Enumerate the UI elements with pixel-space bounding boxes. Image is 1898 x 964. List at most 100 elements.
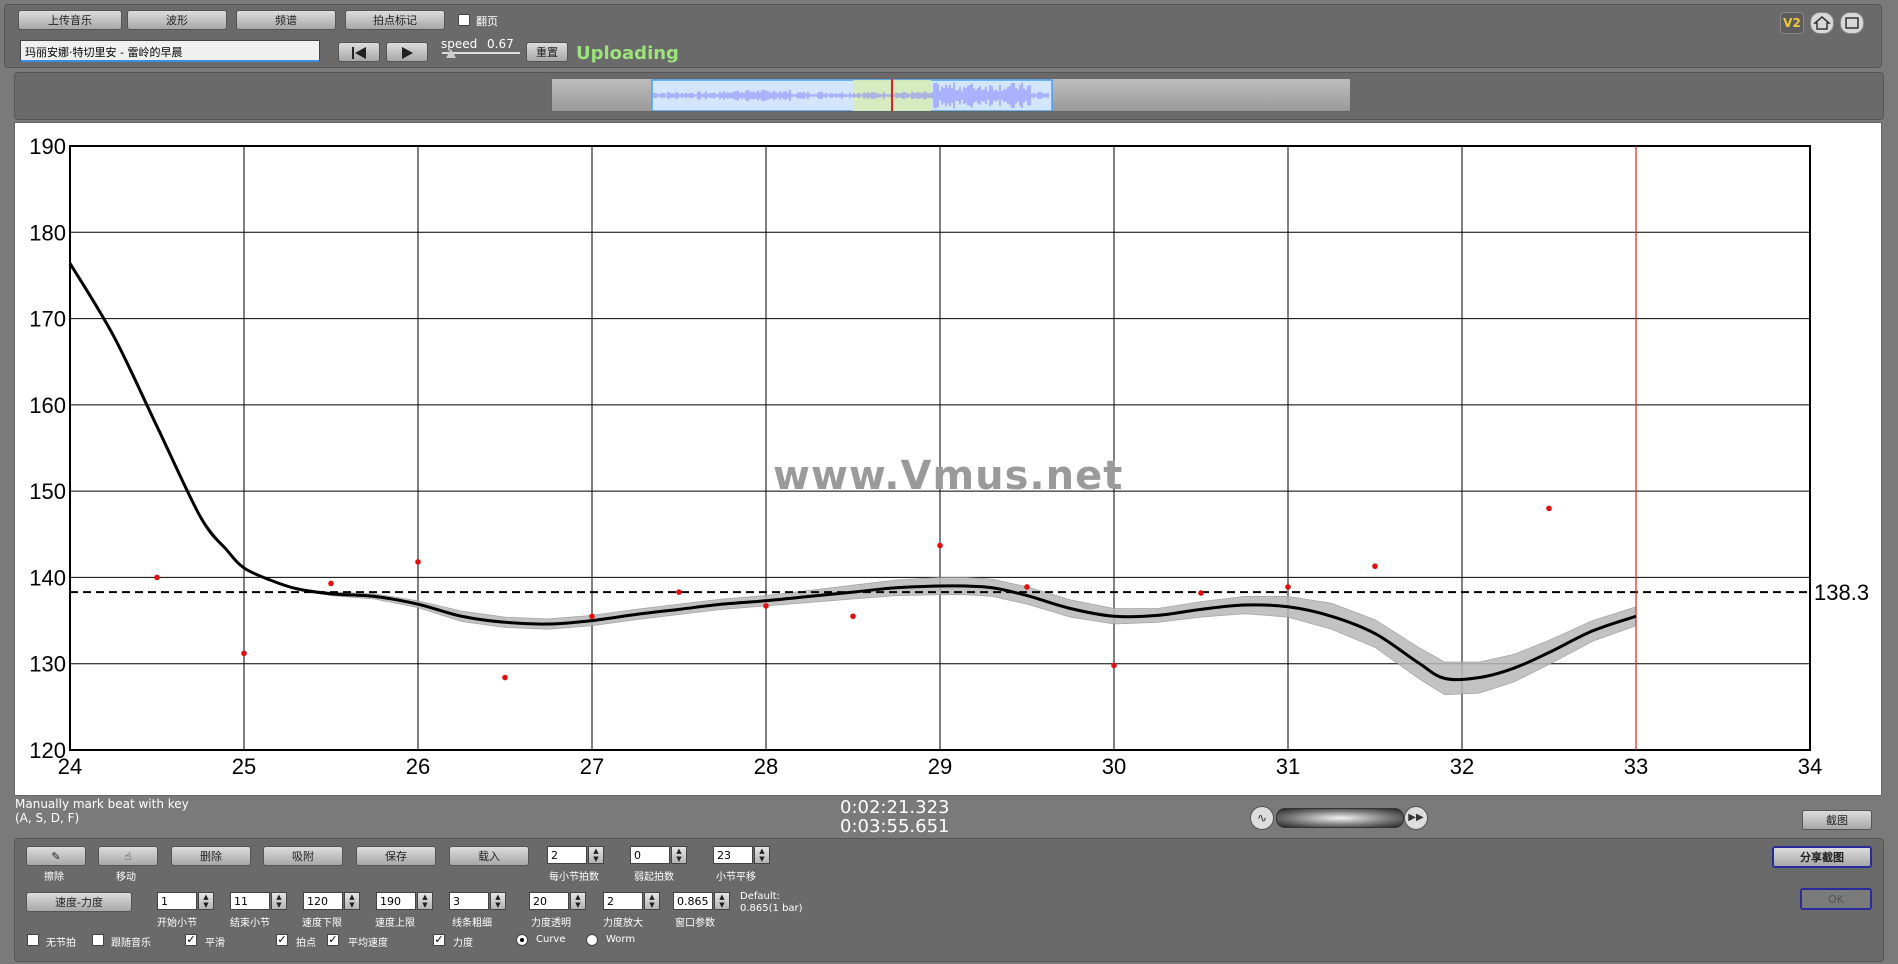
stepper-arrows-icon[interactable]: ▲ ▼ [588,846,604,864]
beat-point [328,580,334,587]
overview-waveform[interactable] [551,78,1351,112]
volume-control[interactable]: ∿ ▶▶ [1250,806,1428,830]
line-width-label: 线条粗细 [452,918,492,929]
start-bar-label: 开始小节 [157,918,197,929]
volume-bar[interactable] [1276,808,1404,828]
waveform-button[interactable]: 波形 [127,10,227,30]
start-bar-stepper[interactable]: 1 ▲ ▼ [157,892,215,912]
share-screenshot-button[interactable]: 分享截图 [1772,846,1872,868]
move-label: 移动 [116,872,136,883]
stepper-arrows-icon[interactable]: ▲ ▼ [417,892,433,910]
x-tick-label: 26 [406,754,430,779]
stepper-arrows-icon[interactable]: ▲ ▼ [344,892,360,910]
move-button[interactable]: ☝ [98,846,158,866]
stepper-arrows-icon[interactable]: ▲ ▼ [644,892,660,910]
x-tick-label: 24 [58,754,82,779]
window-param-value[interactable]: 0.865 [673,892,713,910]
end-bar-stepper[interactable]: 11 ▲ ▼ [230,892,288,912]
dyn-scale-stepper[interactable]: 2 ▲ ▼ [603,892,661,912]
worm-radio[interactable] [586,934,598,946]
upload-music-button[interactable]: 上传音乐 [18,10,122,30]
x-tick-label: 33 [1624,754,1648,779]
hand-icon: ☝ [124,850,132,863]
beat-mark-button[interactable]: 拍点标记 [345,10,445,30]
v2-icon[interactable]: V2 [1780,12,1804,34]
follow-music-checkbox[interactable] [92,934,104,946]
x-tick-label: 31 [1276,754,1300,779]
rewind-button[interactable] [338,42,380,62]
weak-beat-value[interactable]: 0 [630,846,670,864]
tempo-max-stepper[interactable]: 190 ▲ ▼ [376,892,434,912]
delete-button[interactable]: 删除 [171,846,251,866]
tempo-max-label: 速度上限 [375,918,415,929]
x-tick-label: 27 [580,754,604,779]
stepper-arrows-icon[interactable]: ▲ ▼ [714,892,730,910]
no-metronome-checkbox[interactable] [27,934,39,946]
window-icon[interactable] [1840,12,1864,34]
curve-label: Curve [536,934,566,945]
beat-point [850,613,856,620]
beat-point [676,589,682,595]
stepper-arrows-icon[interactable]: ▲ ▼ [271,892,287,910]
save-button[interactable]: 保存 [356,846,436,866]
dynamics-checkbox[interactable]: ✓ [433,934,445,946]
stepper-arrows-icon[interactable]: ▲ ▼ [490,892,506,910]
no-metronome-label: 无节拍 [46,938,76,949]
tempo-max-value[interactable]: 190 [376,892,416,910]
dyn-transparency-stepper[interactable]: 20 ▲ ▼ [529,892,587,912]
reset-button[interactable]: 重置 [526,42,568,62]
erase-label: 擦除 [44,872,64,883]
skip-back-icon [352,47,366,59]
play-icon [402,47,413,59]
spectrum-button[interactable]: 频谱 [236,10,336,30]
load-button[interactable]: 载入 [449,846,529,866]
bar-shift-stepper[interactable]: 23 ▲ ▼ [713,846,771,866]
beat-point [1285,584,1291,590]
song-title-field[interactable]: 玛丽安娜·特切里安 - 雷岭的早晨 [20,40,320,62]
weak-beat-label: 弱起拍数 [634,872,674,883]
line-width-value[interactable]: 3 [449,892,489,910]
beat-point [415,559,421,565]
tempo-min-stepper[interactable]: 120 ▲ ▼ [303,892,361,912]
beats-checkbox[interactable]: ✓ [276,934,288,946]
stepper-arrows-icon[interactable]: ▲ ▼ [570,892,586,910]
window-param-stepper[interactable]: 0.865 ▲ ▼ [673,892,731,912]
beats-per-bar-value[interactable]: 2 [547,846,587,864]
dynamics-label: 力度 [453,938,473,949]
screenshot-button[interactable]: 截图 [1802,810,1872,830]
page-turn-checkbox[interactable] [458,14,470,26]
x-tick-label: 25 [232,754,256,779]
curve-radio[interactable] [516,934,528,946]
dyn-scale-value[interactable]: 2 [603,892,643,910]
y-tick-label: 130 [29,652,66,677]
stepper-arrows-icon[interactable]: ▲ ▼ [198,892,214,910]
snap-button[interactable]: 吸附 [263,846,343,866]
bar-shift-value[interactable]: 23 [713,846,753,864]
erase-button[interactable]: ✎ [26,846,86,866]
worm-label: Worm [606,934,636,945]
home-icon[interactable] [1810,12,1834,34]
waveform-toggle-icon[interactable]: ∿ [1250,806,1274,830]
beats-label: 拍点 [296,938,316,949]
default-line1: Default: [740,891,780,902]
avg-tempo-checkbox[interactable]: ✓ [327,934,339,946]
time-total: 0:03:55.651 [840,816,950,837]
tempo-dynamics-button[interactable]: 速度-力度 [26,892,132,912]
beat-point [763,603,769,609]
start-bar-value[interactable]: 1 [157,892,197,910]
play-button[interactable] [386,42,428,62]
beat-point [1198,590,1204,596]
tempo-min-value[interactable]: 120 [303,892,343,910]
stepper-arrows-icon[interactable]: ▲ ▼ [754,846,770,864]
dyn-transparency-value[interactable]: 20 [529,892,569,910]
smooth-checkbox[interactable]: ✓ [185,934,197,946]
beats-per-bar-stepper[interactable]: 2 ▲ ▼ [547,846,605,866]
weak-beat-stepper[interactable]: 0 ▲ ▼ [630,846,688,866]
end-bar-value[interactable]: 11 [230,892,270,910]
stepper-arrows-icon[interactable]: ▲ ▼ [671,846,687,864]
fast-forward-icon[interactable]: ▶▶ [1404,806,1428,830]
ok-button[interactable]: OK [1800,888,1872,910]
speed-slider[interactable] [442,49,520,58]
speed-slider-thumb[interactable] [446,49,456,58]
line-width-stepper[interactable]: 3 ▲ ▼ [449,892,507,912]
